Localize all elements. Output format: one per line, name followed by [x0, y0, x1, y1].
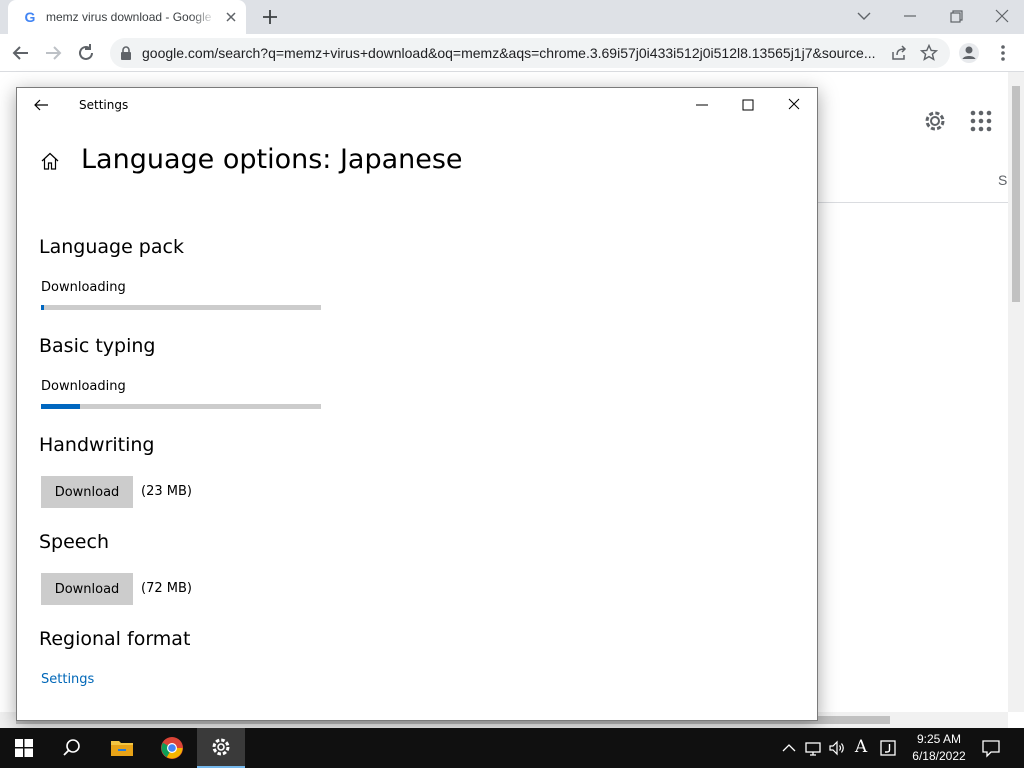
- volume-icon[interactable]: [827, 738, 847, 758]
- search-button[interactable]: [48, 728, 96, 768]
- restore-icon[interactable]: [942, 4, 970, 28]
- share-icon[interactable]: [890, 44, 908, 62]
- browser-tab[interactable]: G memz virus download - Google S: [8, 0, 246, 34]
- bookmark-star-icon[interactable]: [920, 44, 938, 62]
- language-pack-title: Language pack: [39, 236, 184, 258]
- handwriting-size: (23 MB): [141, 484, 192, 499]
- folder-icon: [111, 741, 133, 756]
- action-center-icon[interactable]: [980, 738, 1002, 758]
- google-apps-grid-icon[interactable]: [970, 110, 992, 132]
- basic-typing-progress-fill: [41, 404, 81, 409]
- google-settings-gear-icon[interactable]: [922, 108, 948, 134]
- page-partial-text: S: [998, 172, 1008, 188]
- browser-toolbar: google.com/search?q=memz+virus+download&…: [0, 34, 1024, 72]
- chrome-taskbar-button[interactable]: [148, 728, 196, 768]
- window-title: Settings: [79, 98, 129, 112]
- page-title: Language options: Japanese: [81, 144, 463, 175]
- vertical-scrollbar[interactable]: [1008, 72, 1024, 712]
- maximize-icon[interactable]: [735, 94, 761, 116]
- ime-mode-icon[interactable]: [878, 738, 898, 758]
- tab-search-icon[interactable]: [850, 4, 878, 28]
- url-text[interactable]: google.com/search?q=memz+virus+download&…: [142, 45, 882, 61]
- minimize-icon[interactable]: [689, 94, 715, 116]
- clock-date: 6/18/2022: [912, 749, 966, 763]
- start-button[interactable]: [0, 728, 48, 768]
- close-icon[interactable]: [781, 94, 807, 116]
- back-arrow-icon[interactable]: [31, 96, 51, 114]
- taskbar: A 9:25 AM 6/18/2022: [0, 728, 1024, 768]
- basic-typing-status: Downloading: [41, 379, 126, 394]
- handwriting-title: Handwriting: [39, 434, 155, 456]
- address-bar[interactable]: google.com/search?q=memz+virus+download&…: [110, 38, 950, 68]
- speech-size: (72 MB): [141, 581, 192, 596]
- regional-format-title: Regional format: [39, 628, 191, 650]
- chrome-menu-icon[interactable]: [992, 42, 1014, 64]
- vertical-scroll-thumb[interactable]: [1012, 86, 1020, 302]
- system-clock[interactable]: 9:25 AM 6/18/2022: [904, 731, 974, 765]
- page-divider: [818, 202, 1008, 203]
- settings-taskbar-button[interactable]: [197, 728, 245, 768]
- reload-icon[interactable]: [75, 42, 97, 64]
- home-icon[interactable]: [39, 150, 61, 172]
- language-pack-status: Downloading: [41, 280, 126, 295]
- search-icon: [63, 739, 80, 756]
- google-favicon-icon: G: [24, 9, 36, 25]
- windows-logo-icon: [15, 739, 33, 757]
- speech-download-button[interactable]: Download: [41, 573, 133, 605]
- tab-close-icon[interactable]: [224, 10, 238, 24]
- profile-avatar-icon[interactable]: [958, 42, 980, 64]
- clock-time: 9:25 AM: [916, 732, 962, 746]
- settings-window: Settings Language options: Japanese Lang…: [16, 87, 818, 721]
- ime-indicator[interactable]: A: [851, 737, 871, 757]
- close-window-icon[interactable]: [988, 4, 1016, 28]
- speech-title: Speech: [39, 531, 109, 553]
- handwriting-download-button[interactable]: Download: [41, 476, 133, 508]
- file-explorer-button[interactable]: [98, 728, 146, 768]
- language-pack-progress-fill: [41, 305, 44, 310]
- lock-icon[interactable]: [118, 45, 134, 61]
- back-arrow-icon[interactable]: [10, 42, 32, 64]
- minimize-icon[interactable]: [896, 4, 924, 28]
- show-hidden-icons-chevron-icon[interactable]: [779, 738, 799, 758]
- language-pack-progress-bar: [41, 305, 321, 310]
- settings-gear-icon: [212, 738, 230, 756]
- basic-typing-progress-bar: [41, 404, 321, 409]
- network-icon[interactable]: [803, 738, 823, 758]
- basic-typing-title: Basic typing: [39, 335, 156, 357]
- regional-format-settings-link[interactable]: Settings: [41, 672, 94, 687]
- chrome-icon: [161, 737, 183, 759]
- tab-title: memz virus download - Google S: [46, 10, 216, 24]
- new-tab-icon[interactable]: [258, 6, 282, 28]
- forward-arrow-icon[interactable]: [42, 42, 64, 64]
